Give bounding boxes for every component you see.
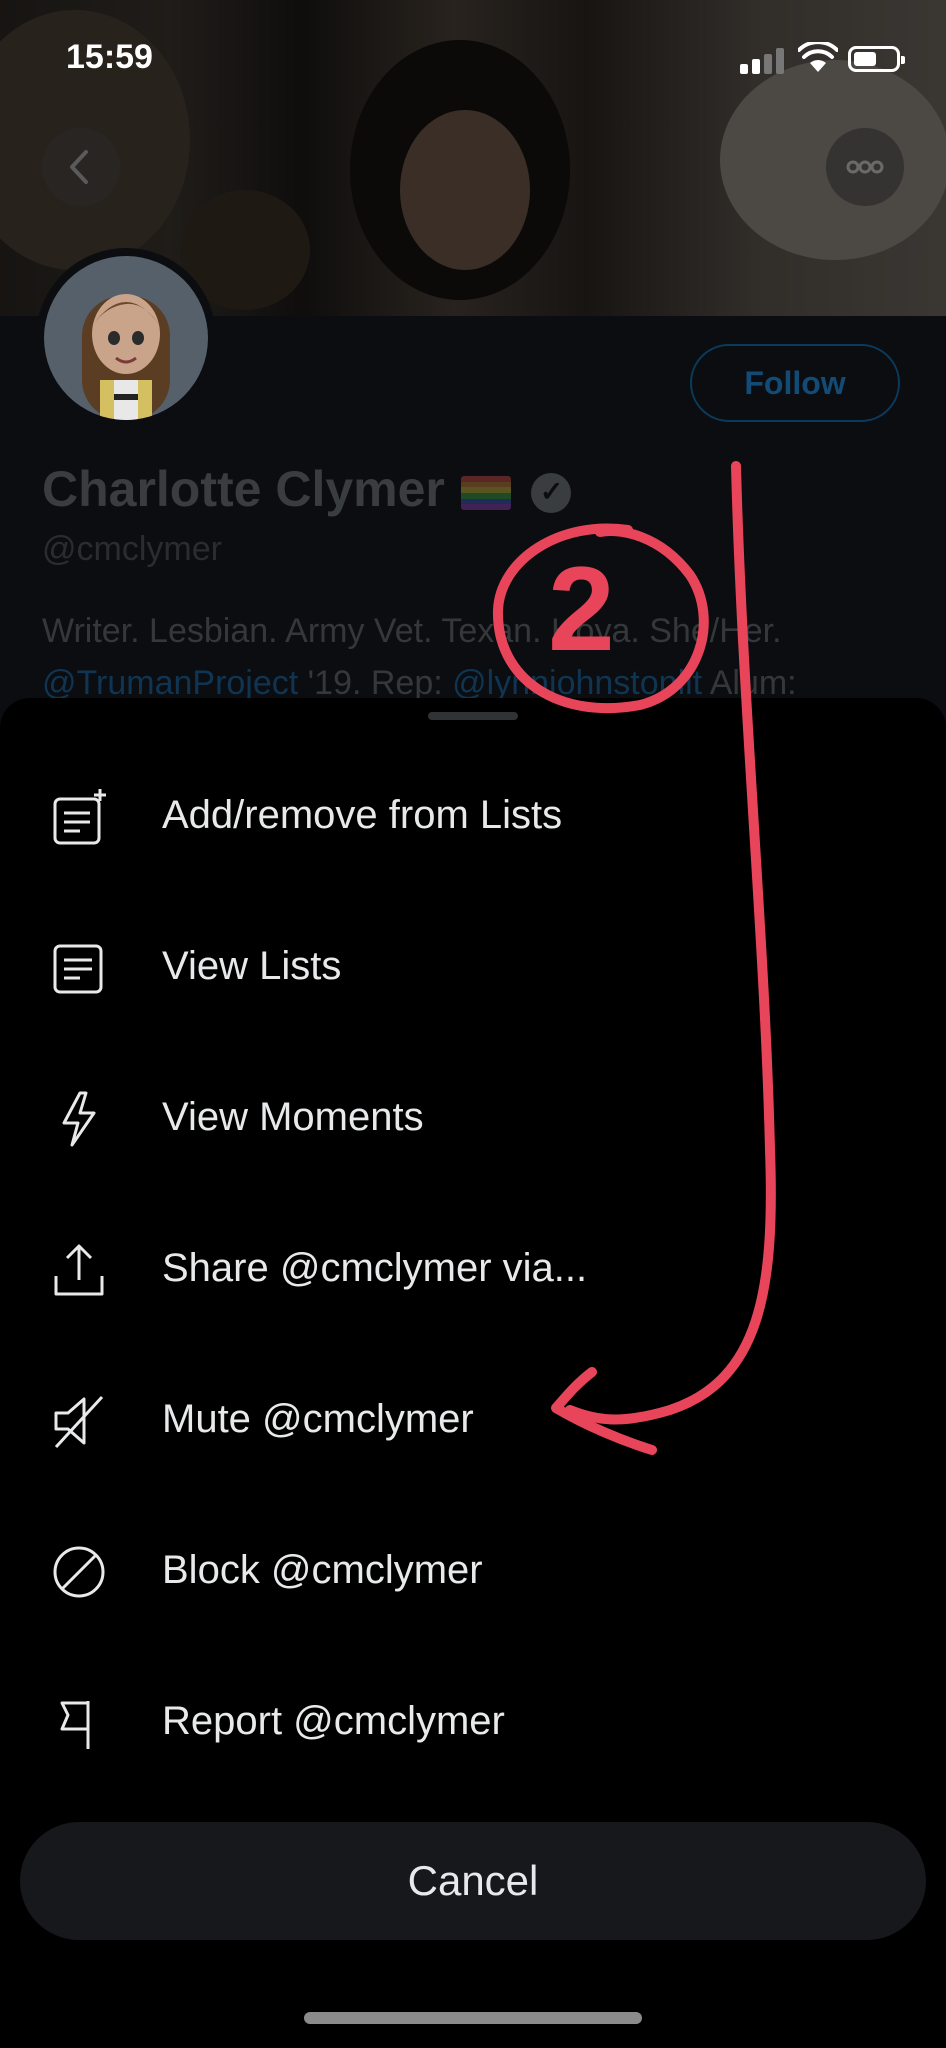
bio-link-truman-project[interactable]: @TrumanProject [42,664,298,702]
mute-icon [54,1395,104,1449]
more-options-button[interactable] [826,128,904,206]
avatar[interactable] [36,248,216,428]
profile-bio-line-1: Writer. Lesbian. Army Vet. Texan. Hoya. … [42,612,782,650]
menu-item-label: Add/remove from Lists [162,793,563,837]
display-name-text: Charlotte Clymer [42,461,445,517]
wifi-icon [798,42,838,72]
profile-display-name: Charlotte Clymer [42,460,571,518]
menu-item-label: Report @cmclymer [162,1699,505,1743]
block-icon [53,1546,105,1598]
more-icon [846,160,884,174]
status-time: 15:59 [66,38,153,76]
status-bar: 15:59 [0,0,946,120]
lightning-icon [62,1091,96,1147]
menu-item-label: Block @cmclymer [162,1548,483,1592]
menu-item-mute[interactable]: Mute @cmclymer [0,1347,946,1497]
list-icon [53,944,103,994]
home-indicator [304,2012,642,2024]
menu-item-report[interactable]: Report @cmclymer [0,1649,946,1799]
battery-icon [848,46,905,72]
menu-item-share[interactable]: Share @cmclymer via... [0,1196,946,1346]
menu-item-label: View Moments [162,1095,424,1139]
flag-icon [60,1701,90,1749]
menu-item-block[interactable]: Block @cmclymer [0,1498,946,1648]
menu-item-view-lists[interactable]: View Lists [0,894,946,1044]
menu-item-view-moments[interactable]: View Moments [0,1045,946,1195]
verified-badge-icon [530,472,571,513]
menu-item-label: Mute @cmclymer [162,1397,474,1441]
bio-text: '19. Rep: [298,664,453,702]
menu-item-label: View Lists [162,944,342,988]
menu-item-add-remove-lists[interactable]: Add/remove from Lists [0,743,946,893]
menu-item-label: Share @cmclymer via... [162,1246,588,1290]
bio-link-rep[interactable]: @lynnjohnstonlit [452,664,702,702]
chevron-left-icon [70,150,88,184]
list-add-icon [53,789,106,845]
share-icon [54,1244,104,1296]
cancel-button[interactable]: Cancel [20,1822,926,1940]
rainbow-flag-icon [460,475,511,510]
sheet-grabber[interactable] [428,712,518,720]
bio-text-alum: Alum: [702,664,797,702]
back-button[interactable] [42,128,120,206]
follow-button[interactable]: Follow [690,344,900,422]
profile-handle: @cmclymer [42,530,222,568]
signal-icon [740,48,786,74]
avatar-image [44,256,208,420]
